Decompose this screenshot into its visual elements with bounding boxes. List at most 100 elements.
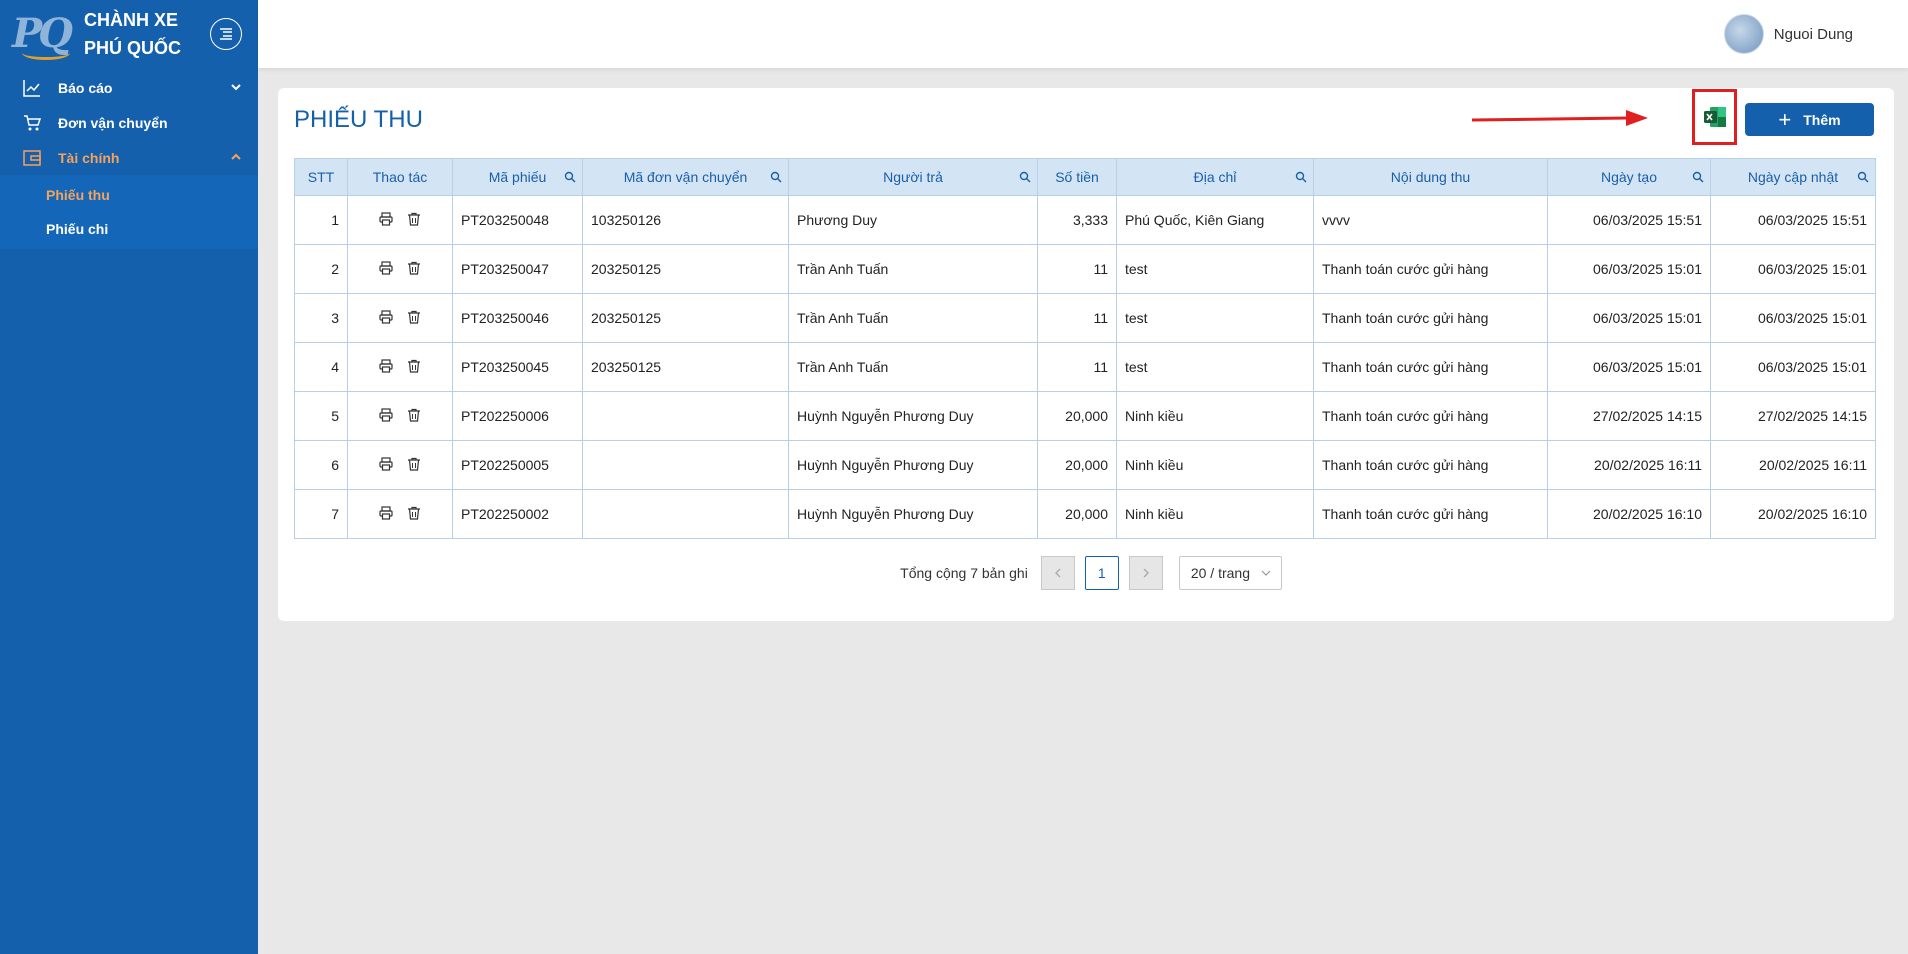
search-icon[interactable]	[564, 171, 576, 183]
cell-ma-phieu: PT203250048	[452, 195, 583, 245]
page-title: PHIẾU THU	[294, 106, 423, 133]
col-ngay-cap-nhat-label: Ngày cập nhật	[1747, 169, 1839, 185]
sidebar-item-bao-cao[interactable]: Báo cáo	[0, 70, 258, 105]
cell-stt: 4	[294, 342, 348, 392]
chevron-down-icon	[230, 80, 242, 96]
cell-ma-phieu: PT202250006	[452, 391, 583, 441]
cell-ma-phieu: PT202250005	[452, 440, 583, 490]
cell-ngay-tao: 27/02/2025 14:15	[1547, 391, 1711, 441]
cell-actions	[347, 342, 453, 392]
plus-icon: +	[1778, 106, 1792, 132]
print-icon[interactable]	[379, 456, 393, 474]
col-ma-phieu[interactable]: Mã phiếu	[452, 158, 583, 196]
search-icon[interactable]	[1692, 171, 1704, 183]
wallet-icon	[22, 148, 42, 168]
cell-noi-dung: vvvv	[1313, 195, 1548, 245]
page-size-select[interactable]: 20 / trang	[1178, 556, 1282, 590]
delete-icon[interactable]	[407, 212, 421, 229]
cell-nguoi-tra: Trần Anh Tuấn	[788, 244, 1038, 294]
user-menu[interactable]: Nguoi Dung	[1723, 14, 1853, 54]
delete-icon[interactable]	[407, 310, 421, 327]
col-dia-chi-label: Địa chỉ	[1193, 169, 1237, 185]
cell-ngay-tao: 06/03/2025 15:01	[1547, 293, 1711, 343]
delete-icon[interactable]	[407, 506, 421, 523]
menu-toggle-button[interactable]	[210, 18, 242, 50]
col-noi-dung: Nội dung thu	[1313, 158, 1548, 196]
col-ngay-cap-nhat[interactable]: Ngày cập nhật	[1710, 158, 1876, 196]
table-row[interactable]: 7 PT202250002 Huỳnh Nguyễn Phương Duy 20,00…	[294, 489, 1876, 539]
excel-export-button[interactable]	[1692, 89, 1737, 145]
submenu-item-phieu-chi[interactable]: Phiếu chi	[0, 212, 258, 246]
cell-dia-chi: test	[1116, 244, 1314, 294]
sidebar: PQ CHÀNH XE PHÚ QUỐC Báo cáo Đơn vận chu…	[0, 0, 258, 954]
cell-dia-chi: test	[1116, 342, 1314, 392]
brand-line1: CHÀNH XE	[84, 10, 179, 30]
cell-ngay-cap-nhat: 27/02/2025 14:15	[1710, 391, 1876, 441]
cell-ma-phieu: PT203250046	[452, 293, 583, 343]
print-icon[interactable]	[379, 211, 393, 229]
cell-ma-don: 203250125	[582, 244, 789, 294]
print-icon[interactable]	[379, 309, 393, 327]
cell-ngay-tao: 06/03/2025 15:51	[1547, 195, 1711, 245]
sidebar-item-tai-chinh[interactable]: Tài chính	[0, 140, 258, 175]
sidebar-item-don-van-chuyen[interactable]: Đơn vận chuyển	[0, 105, 258, 140]
table-row[interactable]: 4 PT203250045 203250125 Trần Anh Tuấn 11 test…	[294, 342, 1876, 392]
table-row[interactable]: 6 PT202250005 Huỳnh Nguyễn Phương Duy 20,00…	[294, 440, 1876, 490]
col-thao-tac: Thao tác	[347, 158, 453, 196]
delete-icon[interactable]	[407, 408, 421, 425]
col-ma-don-label: Mã đơn vận chuyển	[623, 169, 748, 185]
add-button[interactable]: + Thêm	[1745, 103, 1874, 136]
cell-nguoi-tra: Phương Duy	[788, 195, 1038, 245]
avatar	[1723, 14, 1764, 54]
print-icon[interactable]	[379, 358, 393, 376]
delete-icon[interactable]	[407, 457, 421, 474]
cell-noi-dung: Thanh toán cước gửi hàng	[1313, 244, 1548, 294]
search-icon[interactable]	[1295, 171, 1307, 183]
table-row[interactable]: 3 PT203250046 203250125 Trần Anh Tuấn 11 test…	[294, 293, 1876, 343]
cell-dia-chi: Ninh kiều	[1116, 489, 1314, 539]
page-number-button[interactable]: 1	[1084, 556, 1119, 590]
receipts-table: STT Thao tác Mã phiếu Mã đơn vận chuyển …	[294, 158, 1876, 539]
cell-so-tien: 11	[1037, 244, 1117, 294]
cell-dia-chi: Phú Quốc, Kiên Giang	[1116, 195, 1314, 245]
print-icon[interactable]	[379, 260, 393, 278]
print-icon[interactable]	[379, 505, 393, 523]
cell-nguoi-tra: Trần Anh Tuấn	[788, 342, 1038, 392]
col-ngay-tao[interactable]: Ngày tạo	[1547, 158, 1711, 196]
cell-ma-don: 203250125	[582, 342, 789, 392]
col-stt: STT	[294, 158, 348, 196]
search-icon[interactable]	[1019, 171, 1031, 183]
table-row[interactable]: 5 PT202250006 Huỳnh Nguyễn Phương Duy 20,00…	[294, 391, 1876, 441]
table-row[interactable]: 1 PT203250048 103250126 Phương Duy 3,333 Phú …	[294, 195, 1876, 245]
pagination-total: Tổng cộng 7 bản ghi	[900, 565, 1028, 581]
chevron-down-icon	[1261, 570, 1271, 576]
chevron-right-icon	[1143, 568, 1149, 578]
cell-dia-chi: Ninh kiều	[1116, 391, 1314, 441]
cell-noi-dung: Thanh toán cước gửi hàng	[1313, 489, 1548, 539]
delete-icon[interactable]	[407, 261, 421, 278]
cell-so-tien: 11	[1037, 342, 1117, 392]
search-icon[interactable]	[1857, 171, 1869, 183]
receipts-table-wrapper: STT Thao tác Mã phiếu Mã đơn vận chuyển …	[294, 158, 1876, 539]
top-header: Nguoi Dung	[258, 0, 1908, 68]
cell-ngay-cap-nhat: 06/03/2025 15:01	[1710, 293, 1876, 343]
cell-so-tien: 20,000	[1037, 391, 1117, 441]
next-page-button[interactable]	[1128, 556, 1163, 590]
col-ma-don[interactable]: Mã đơn vận chuyển	[582, 158, 789, 196]
delete-icon[interactable]	[407, 359, 421, 376]
search-icon[interactable]	[770, 171, 782, 183]
table-row[interactable]: 2 PT203250047 203250125 Trần Anh Tuấn 11 test…	[294, 244, 1876, 294]
col-nguoi-tra[interactable]: Người trả	[788, 158, 1038, 196]
cell-ngay-tao: 06/03/2025 15:01	[1547, 342, 1711, 392]
chevron-up-icon	[230, 150, 242, 166]
cell-dia-chi: test	[1116, 293, 1314, 343]
print-icon[interactable]	[379, 407, 393, 425]
prev-page-button[interactable]	[1040, 556, 1075, 590]
menu-icon	[220, 28, 232, 40]
sidebar-item-label: Tài chính	[58, 149, 120, 166]
cell-so-tien: 20,000	[1037, 440, 1117, 490]
cell-stt: 3	[294, 293, 348, 343]
col-dia-chi[interactable]: Địa chỉ	[1116, 158, 1314, 196]
cell-noi-dung: Thanh toán cước gửi hàng	[1313, 391, 1548, 441]
submenu-item-phieu-thu[interactable]: Phiếu thu	[0, 178, 258, 212]
